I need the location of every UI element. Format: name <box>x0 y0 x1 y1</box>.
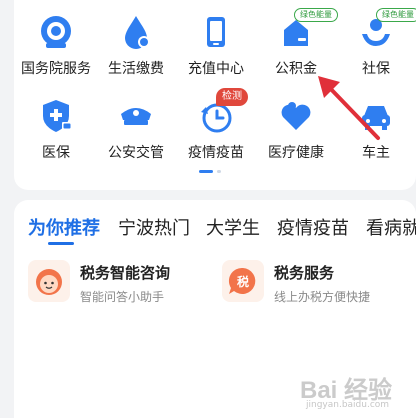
tax-bubble-icon: 税 <box>222 260 264 302</box>
service-title: 税务服务 <box>274 264 335 282</box>
medical-insurance-icon <box>43 100 72 132</box>
service-subtitle: 线上办税方便快捷 <box>274 290 371 304</box>
tab-ningbo-hot[interactable]: 宁波热门 <box>118 214 190 240</box>
state-council-icon <box>41 16 71 48</box>
service-subtitle: 智能问答小助手 <box>80 290 165 304</box>
page-dot-active <box>199 170 213 173</box>
service-title: 税务智能咨询 <box>80 264 171 282</box>
svg-text:税: 税 <box>237 274 249 289</box>
detection-badge: 检测 <box>216 88 248 106</box>
police-cap-icon <box>121 108 151 125</box>
phone-recharge-icon <box>207 17 225 47</box>
annotation-arrow <box>318 76 380 140</box>
utility-drop-icon <box>125 16 150 49</box>
category-tabs: 为你推荐 宁波热门 大学生 疫情疫苗 看病就 <box>14 214 416 254</box>
watermark-url: jingyan.baidu.com <box>306 400 390 410</box>
page-dot <box>217 170 221 173</box>
tab-college-students[interactable]: 大学生 <box>206 214 260 240</box>
active-tab-underline <box>48 242 74 245</box>
service-tax-service[interactable]: 税 税务服务 线上办税方便快捷 <box>222 260 412 320</box>
service-tax-consult[interactable]: 税务智能咨询 智能问答小助手 <box>28 260 218 320</box>
tab-epidemic-vaccine[interactable]: 疫情疫苗 <box>277 214 349 240</box>
tab-see-doctor[interactable]: 看病就 <box>366 214 416 240</box>
tax-assistant-avatar-icon <box>28 260 70 302</box>
page-indicator <box>199 170 239 174</box>
tab-recommended[interactable]: 为你推荐 <box>28 214 100 240</box>
green-energy-badge: 绿色能量 <box>376 8 416 22</box>
